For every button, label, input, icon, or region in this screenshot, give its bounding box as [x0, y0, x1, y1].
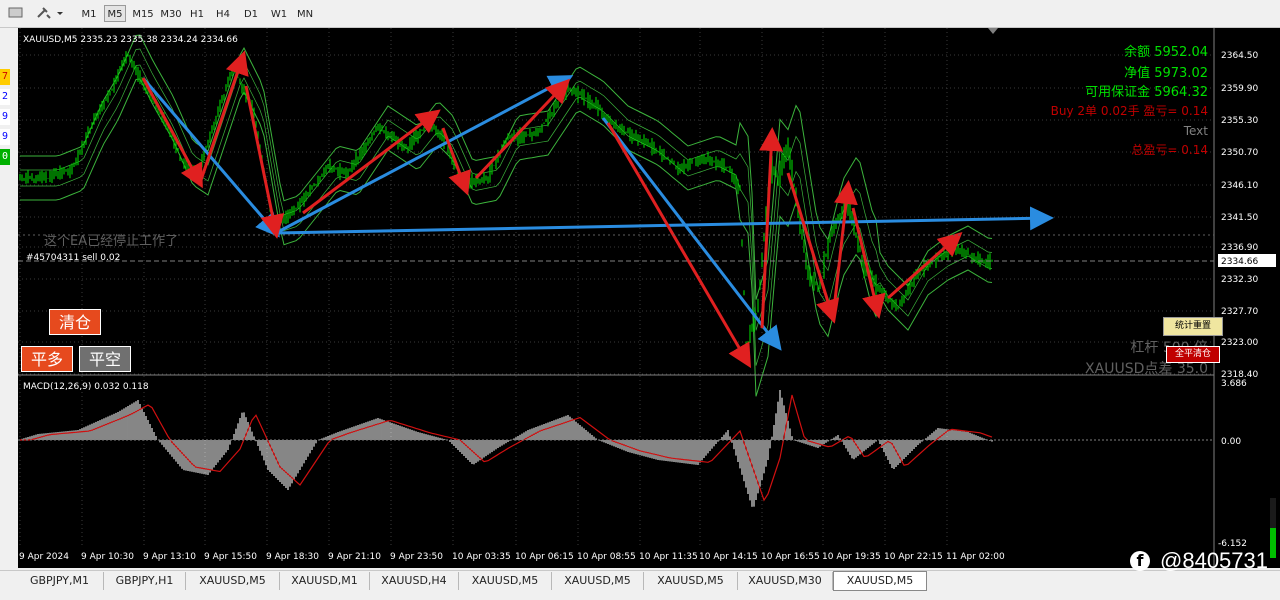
red-trend-arrow	[606, 122, 752, 369]
total-pnl-text: 总盈亏= 0.14	[1131, 143, 1208, 157]
price-axis-label: 2327.70	[1221, 307, 1258, 317]
price-axis-label: 2364.50	[1221, 51, 1258, 61]
time-axis-label: 10 Apr 19:35	[822, 552, 881, 562]
chart-tab[interactable]: XAUUSD,M30	[738, 572, 833, 590]
price-chart[interactable]: XAUUSD,M5 2335.23 2335.38 2334.24 2334.6…	[18, 28, 1280, 568]
chart-tab[interactable]: XAUUSD,M1	[280, 572, 370, 590]
volume-meter-fill	[1270, 528, 1276, 558]
macd-axis-zero: 0.00	[1221, 437, 1241, 447]
symbol-line: XAUUSD,M5 2335.23 2335.38 2334.24 2334.6…	[23, 35, 238, 45]
timeframe-m1[interactable]: M1	[78, 5, 100, 22]
time-axis-label: 9 Apr 18:30	[266, 552, 319, 562]
close-short-button[interactable]: 平空	[79, 346, 131, 372]
equity-text: 净值 5973.02	[1124, 65, 1208, 81]
timeframe-m5[interactable]: M5	[104, 5, 126, 22]
chart-tab[interactable]: GBPJPY,H1	[104, 572, 186, 590]
chart-tabs: GBPJPY,M1 GBPJPY,H1 XAUUSD,M5 XAUUSD,M1 XAUU…	[0, 570, 1280, 600]
chart-tab[interactable]: XAUUSD,M5	[552, 572, 644, 590]
watermark-handle: @8405731	[1160, 548, 1268, 573]
red-trend-arrow	[786, 172, 840, 324]
time-axis-label: 10 Apr 22:15	[884, 552, 943, 562]
left-number: 2	[0, 89, 10, 105]
blue-trend-arrow	[275, 206, 1054, 235]
scroll-marker-icon[interactable]	[986, 28, 1000, 36]
toolbar: M1 M5 M15 M30 H1 H4 D1 W1 MN	[0, 0, 1280, 28]
spread-text: XAUUSD点差 35.0	[1085, 361, 1208, 377]
macd-label: MACD(12,26,9) 0.032 0.118	[23, 382, 149, 392]
buy-summary-text: Buy 2单 0.02手 盈亏= 0.14	[1051, 104, 1208, 118]
stats-reset-button[interactable]: 统计重置	[1163, 317, 1223, 336]
blue-trend-arrow	[275, 75, 574, 235]
time-axis-label: 10 Apr 08:55	[577, 552, 636, 562]
price-axis-label: 2323.00	[1221, 338, 1258, 348]
timeframe-w1[interactable]: W1	[268, 5, 290, 22]
balance-text: 余额 5952.04	[1124, 44, 1208, 60]
order-label: #45704311 sell 0.02	[26, 253, 120, 263]
timeframe-d1[interactable]: D1	[240, 5, 262, 22]
window-icon[interactable]	[8, 6, 24, 20]
price-axis-label: 2341.50	[1221, 213, 1258, 223]
price-axis-label: 2346.10	[1221, 181, 1258, 191]
timeframe-mn[interactable]: MN	[294, 5, 316, 22]
chart-tab[interactable]: XAUUSD,M5	[186, 572, 280, 590]
time-axis: 9 Apr 2024 9 Apr 10:30 9 Apr 13:10 9 Apr 15…	[19, 552, 1005, 562]
left-number: 9	[0, 129, 10, 145]
time-axis-label: 10 Apr 03:35	[452, 552, 511, 562]
clear-positions-button[interactable]: 清仓	[49, 309, 101, 335]
price-axis-label: 2350.70	[1221, 148, 1258, 158]
timeframe-m30[interactable]: M30	[158, 5, 184, 22]
time-axis-label: 10 Apr 11:35	[639, 552, 698, 562]
price-axis: 2364.50 2359.90 2355.30 2350.70 2346.10 2341.…	[1221, 51, 1258, 380]
time-axis-label: 9 Apr 13:10	[143, 552, 196, 562]
time-axis-label: 11 Apr 02:00	[946, 552, 1005, 562]
time-axis-label: 9 Apr 2024	[19, 552, 69, 562]
price-axis-label: 2336.90	[1221, 243, 1258, 253]
chart-tab[interactable]: XAUUSD,M5	[833, 571, 927, 591]
left-strip: 7 2 9 9 0	[0, 28, 18, 568]
red-trend-arrow	[244, 85, 285, 239]
close-all-button[interactable]: 全平清仓	[1166, 346, 1220, 363]
time-axis-label: 9 Apr 15:50	[204, 552, 257, 562]
red-trend-arrow	[302, 109, 441, 215]
chart-tab[interactable]: GBPJPY,M1	[16, 572, 104, 590]
margin-text: 可用保证金 5964.32	[1085, 84, 1208, 100]
price-axis-label: 2355.30	[1221, 116, 1258, 126]
left-number: 0	[0, 149, 10, 165]
tools-icon[interactable]	[36, 6, 52, 20]
time-axis-label: 10 Apr 06:15	[515, 552, 574, 562]
left-number: 7	[0, 69, 10, 85]
timeframe-h1[interactable]: H1	[186, 5, 208, 22]
chart-tab[interactable]: XAUUSD,M5	[459, 572, 552, 590]
close-long-button[interactable]: 平多	[21, 346, 73, 372]
price-axis-label: 2359.90	[1221, 84, 1258, 94]
red-trend-arrow	[831, 180, 858, 319]
time-axis-label: 10 Apr 16:55	[761, 552, 820, 562]
time-axis-label: 9 Apr 10:30	[81, 552, 134, 562]
left-number: 9	[0, 109, 10, 125]
timeframe-m15[interactable]: M15	[130, 5, 156, 22]
timeframe-h4[interactable]: H4	[212, 5, 234, 22]
time-axis-label: 10 Apr 14:15	[699, 552, 758, 562]
current-price: 2334.66	[1221, 257, 1258, 267]
macd-axis-top: 3.686	[1221, 379, 1247, 389]
ea-stopped-text: 这个EA已经停止工作了	[44, 233, 178, 249]
red-trend-arrow	[474, 78, 571, 180]
chart-tab[interactable]: XAUUSD,H4	[370, 572, 459, 590]
facebook-icon: f	[1130, 551, 1150, 571]
text-label: Text	[1183, 124, 1209, 138]
chart-tab[interactable]: XAUUSD,M5	[644, 572, 738, 590]
price-axis-label: 2332.30	[1221, 275, 1258, 285]
chart-window[interactable]: XAUUSD,M5 2335.23 2335.38 2334.24 2334.6…	[18, 28, 1280, 568]
chevron-down-icon[interactable]	[56, 6, 64, 20]
time-axis-label: 9 Apr 23:50	[390, 552, 443, 562]
time-axis-label: 9 Apr 21:10	[328, 552, 381, 562]
